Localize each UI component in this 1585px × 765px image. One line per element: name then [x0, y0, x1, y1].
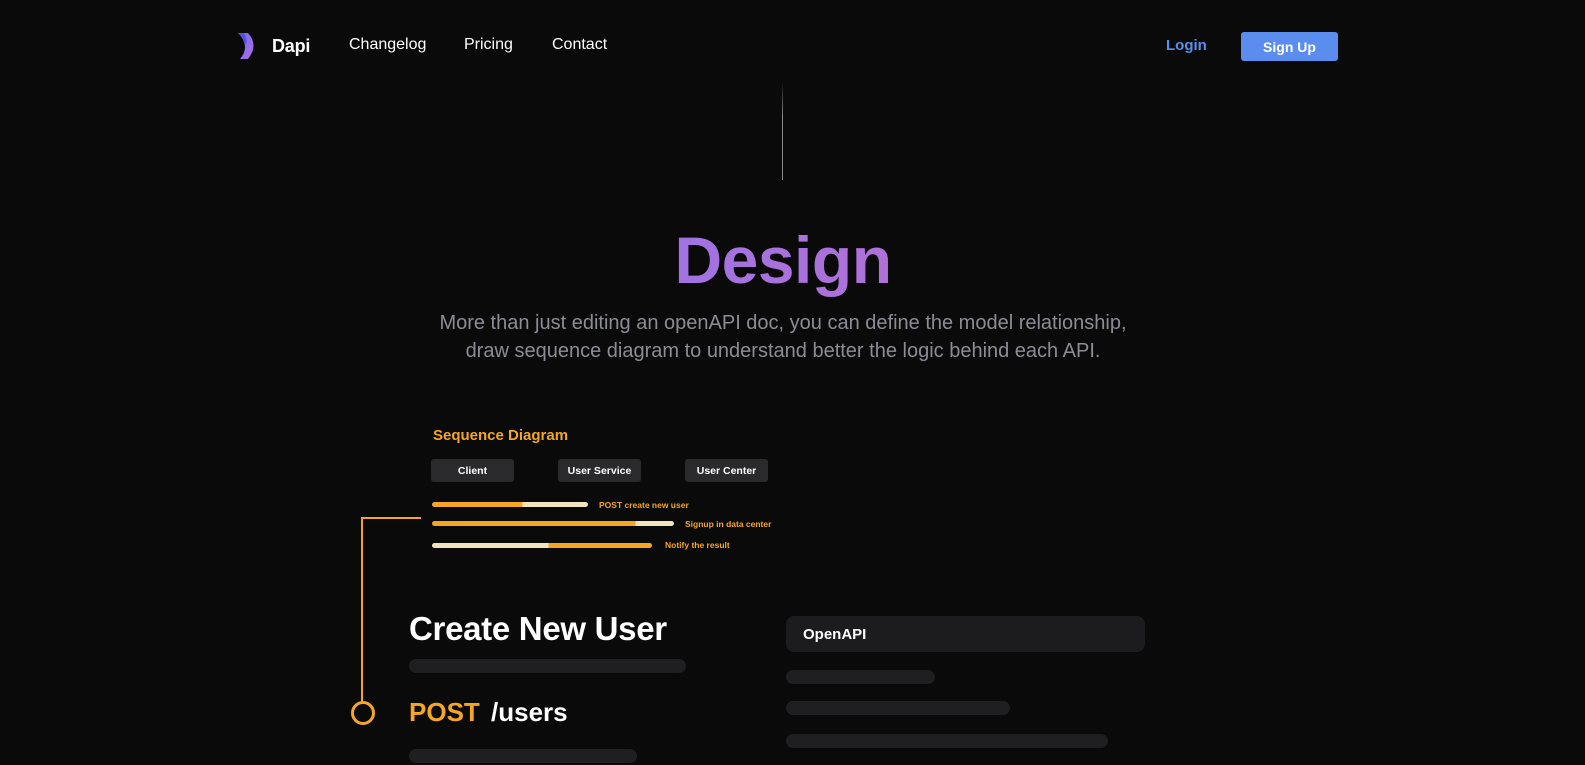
skeleton-line [409, 659, 686, 673]
nav-link-contact[interactable]: Contact [552, 36, 607, 54]
message-label-create-user: POST create new user [599, 500, 689, 510]
nav-link-pricing[interactable]: Pricing [464, 36, 513, 54]
openapi-label: OpenAPI [803, 625, 867, 643]
message-bar-signup [432, 521, 674, 526]
hero-title: Design [0, 222, 1566, 298]
message-label-signup: Signup in data center [685, 519, 772, 529]
endpoint-title: Create New User [409, 610, 667, 647]
page: Dapi Changelog Pricing Contact Login Sig… [0, 0, 1585, 765]
skeleton-line [786, 670, 935, 684]
skeleton-line [786, 701, 1010, 715]
signup-button[interactable]: Sign Up [1241, 32, 1338, 61]
message-bar-notify [432, 543, 652, 548]
hero-subtitle-line-1: More than just editing an openAPI doc, y… [439, 312, 1127, 334]
connector-vertical [361, 517, 363, 703]
message-label-notify: Notify the result [665, 540, 730, 550]
dapi-logo-icon [238, 33, 254, 59]
section-divider-line [782, 82, 783, 180]
skeleton-line [409, 749, 637, 763]
top-nav: Dapi Changelog Pricing Contact Login Sig… [0, 0, 1585, 92]
hero-subtitle-line-2: draw sequence diagram to understand bett… [465, 340, 1101, 362]
brand-name: Dapi [272, 35, 311, 56]
endpoint-path: /users [491, 697, 568, 727]
brand[interactable]: Dapi [235, 31, 310, 61]
login-link[interactable]: Login [1166, 37, 1207, 54]
connector-horizontal [361, 517, 421, 519]
openapi-card: OpenAPI [786, 616, 1145, 652]
connector-node-circle [351, 701, 375, 725]
skeleton-line [786, 734, 1108, 748]
nav-link-changelog[interactable]: Changelog [349, 36, 426, 54]
http-method: POST [409, 697, 480, 727]
hero-subtitle: More than just editing an openAPI doc, y… [0, 309, 1566, 365]
sequence-diagram-title: Sequence Diagram [433, 427, 569, 444]
actor-client: Client [431, 459, 514, 482]
actor-user-center: User Center [685, 459, 768, 482]
actor-user-service: User Service [558, 459, 641, 482]
message-bar-create-user [432, 502, 588, 507]
